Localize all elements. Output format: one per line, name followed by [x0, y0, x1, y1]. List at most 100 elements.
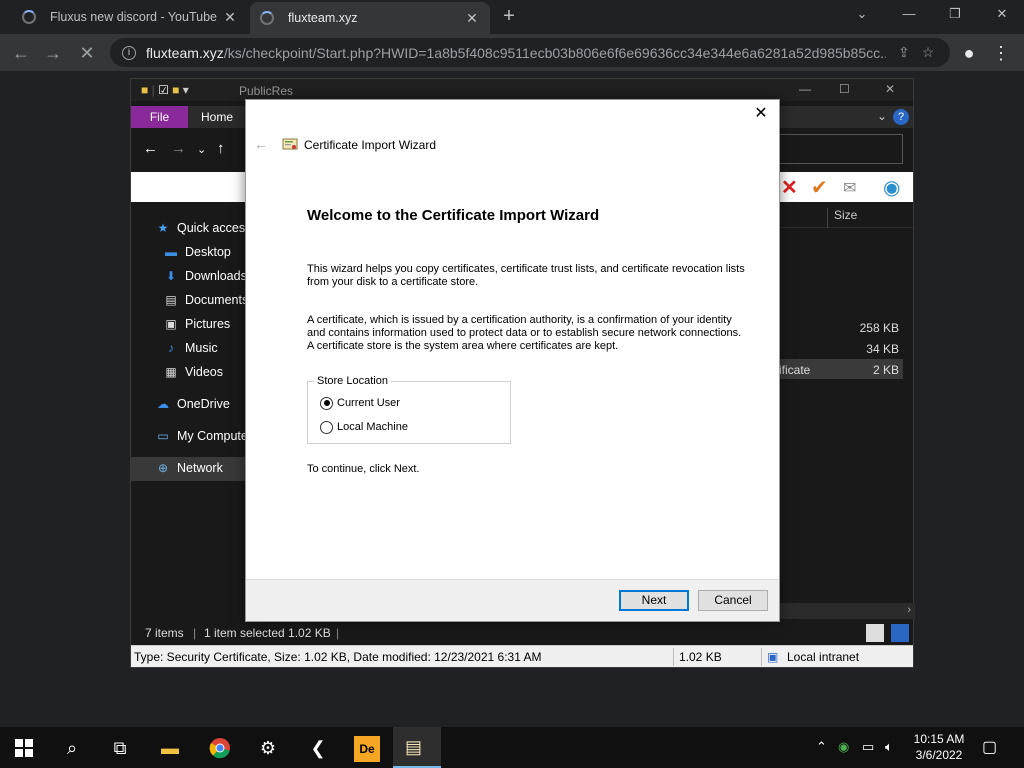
settings-gear-icon[interactable]: ⚙: [256, 736, 280, 760]
recent-locations-icon[interactable]: ⌄: [197, 143, 206, 156]
dnspy-app-icon[interactable]: De: [354, 736, 380, 762]
globe-icon[interactable]: ◉: [883, 175, 900, 200]
loading-spinner-icon: [260, 11, 274, 25]
tab-title: Fluxus new discord - YouTube: [50, 10, 217, 24]
clock-time: 10:15 AM: [913, 732, 965, 746]
back-icon[interactable]: ←: [143, 140, 158, 157]
ribbon-expand-icon[interactable]: ⌄: [877, 109, 887, 123]
close-icon[interactable]: ✕: [751, 104, 771, 124]
large-icons-view-icon[interactable]: [891, 624, 909, 642]
shield-tray-icon[interactable]: ◉: [838, 739, 849, 755]
local-machine-radio[interactable]: Local Machine: [320, 420, 408, 434]
nav-quick-access[interactable]: ★ Quick access: [155, 217, 252, 239]
cancel-button[interactable]: Cancel: [698, 590, 768, 611]
wizard-certificate-info: A certificate, which is issued by a cert…: [307, 314, 742, 352]
tab-close-icon[interactable]: ✕: [222, 9, 238, 26]
up-icon[interactable]: ↑: [217, 140, 225, 157]
nav-music[interactable]: ♪ Music: [163, 337, 218, 359]
details-view-icon[interactable]: [866, 624, 884, 642]
back-arrow-icon[interactable]: ←: [254, 136, 268, 152]
help-icon[interactable]: ?: [893, 109, 909, 125]
minimize-icon[interactable]: —: [799, 82, 811, 96]
continue-instruction: To continue, click Next.: [307, 463, 420, 475]
nav-my-computer[interactable]: ▭ My Compute: [155, 425, 248, 447]
tab-fluxteam[interactable]: fluxteam.xyz ✕: [250, 2, 490, 34]
share-icon[interactable]: ⇪: [898, 44, 910, 61]
pictures-icon: ▣: [165, 317, 177, 331]
stop-loading-icon[interactable]: ✕: [76, 42, 98, 64]
details-bar: Type: Security Certificate, Size: 1.02 K…: [131, 645, 913, 667]
size-column-header[interactable]: Size: [827, 208, 857, 228]
network-icon: ⊕: [157, 461, 169, 475]
delete-icon[interactable]: ✕: [781, 175, 798, 200]
search-box[interactable]: [779, 134, 903, 164]
browser-toolbar: ← → ✕ i fluxteam.xyz/ks/checkpoint/Start…: [0, 34, 1024, 71]
back-icon[interactable]: ←: [10, 42, 32, 64]
forward-icon[interactable]: →: [171, 140, 186, 157]
certificate-icon: [282, 138, 298, 150]
file-tab[interactable]: File: [131, 106, 188, 128]
column-header: Size: [779, 204, 915, 228]
music-icon: ♪: [168, 341, 174, 355]
forward-icon[interactable]: →: [42, 42, 64, 64]
notifications-icon[interactable]: ▢: [982, 737, 997, 757]
volume-icon[interactable]: 🔈︎: [885, 739, 893, 755]
tab-search-icon[interactable]: ⌄: [850, 6, 874, 22]
file-row-selected[interactable]: ificate 2 KB: [779, 359, 903, 379]
file-row[interactable]: 34 KB: [779, 338, 903, 358]
wizard-footer: Next Cancel: [246, 579, 779, 621]
quick-access-toolbar-icons[interactable]: ■ | ☑ ■ ▾: [141, 83, 189, 97]
profile-icon[interactable]: ●: [958, 42, 980, 64]
desktop-icon: ▬: [165, 245, 177, 259]
tab-youtube[interactable]: Fluxus new discord - YouTube ✕: [12, 0, 248, 34]
certificate-wizard-taskbar-button[interactable]: ▤: [393, 727, 441, 768]
minimize-icon[interactable]: —: [897, 6, 921, 21]
new-tab-button[interactable]: +: [498, 6, 520, 28]
maximize-icon[interactable]: ☐: [839, 82, 850, 96]
nav-desktop[interactable]: ▬ Desktop: [163, 241, 231, 263]
nav-documents[interactable]: ▤ Documents: [163, 289, 248, 311]
details-divider: [673, 648, 674, 666]
current-user-radio[interactable]: Current User: [320, 396, 400, 410]
address-bar[interactable]: i fluxteam.xyz/ks/checkpoint/Start.php?H…: [110, 38, 950, 67]
next-button[interactable]: Next: [619, 590, 689, 611]
network-tray-icon[interactable]: ▭: [862, 739, 874, 755]
bookmark-star-icon[interactable]: ☆: [922, 44, 935, 61]
nav-onedrive[interactable]: ☁ OneDrive: [155, 393, 230, 415]
start-windows-icon[interactable]: [12, 736, 36, 760]
app-arrow-icon[interactable]: ❮: [306, 736, 330, 760]
close-icon[interactable]: ✕: [990, 6, 1014, 22]
file-explorer-icon[interactable]: ▬: [158, 736, 182, 760]
selection-info: 1 item selected 1.02 KB: [204, 626, 331, 640]
downloads-icon: ⬇: [165, 269, 177, 283]
checkmark-icon[interactable]: ✔: [811, 175, 828, 200]
tab-close-icon[interactable]: ✕: [464, 10, 480, 27]
taskbar-clock[interactable]: 10:15 AM 3/6/2022: [908, 731, 970, 763]
nav-downloads[interactable]: ⬇ Downloads: [163, 265, 247, 287]
star-icon: ★: [157, 221, 169, 235]
file-row[interactable]: 258 KB: [779, 317, 903, 337]
zone-label: Local intranet: [787, 650, 860, 664]
store-location-label: Store Location: [314, 375, 391, 387]
store-location-group: Store Location Current User Local Machin…: [307, 375, 511, 444]
url-text: fluxteam.xyz/ks/checkpoint/Start.php?HWI…: [146, 44, 886, 61]
scroll-right-icon[interactable]: ›: [907, 604, 911, 616]
radio-selected-icon: [320, 396, 333, 410]
menu-kebab-icon[interactable]: ⋮: [990, 42, 1012, 64]
close-icon[interactable]: ✕: [885, 82, 895, 96]
restore-icon[interactable]: ❐: [943, 6, 967, 22]
nav-pictures[interactable]: ▣ Pictures: [163, 313, 230, 335]
status-bar: 7 items | 1 item selected 1.02 KB |: [131, 622, 913, 644]
search-icon[interactable]: ⌕: [60, 736, 84, 760]
chrome-icon[interactable]: [208, 736, 232, 760]
computer-icon: ▭: [157, 429, 169, 443]
task-view-icon[interactable]: ⧉: [108, 736, 132, 760]
mail-icon[interactable]: ✉: [843, 178, 856, 198]
horizontal-scrollbar[interactable]: ›: [779, 603, 915, 619]
home-tab[interactable]: Home: [201, 110, 233, 124]
site-info-icon[interactable]: i: [122, 45, 136, 60]
show-hidden-icons-icon[interactable]: ⌃: [816, 739, 827, 755]
nav-network[interactable]: ⊕ Network: [155, 457, 223, 479]
documents-icon: ▤: [165, 293, 177, 307]
nav-videos[interactable]: ▦ Videos: [163, 361, 223, 383]
